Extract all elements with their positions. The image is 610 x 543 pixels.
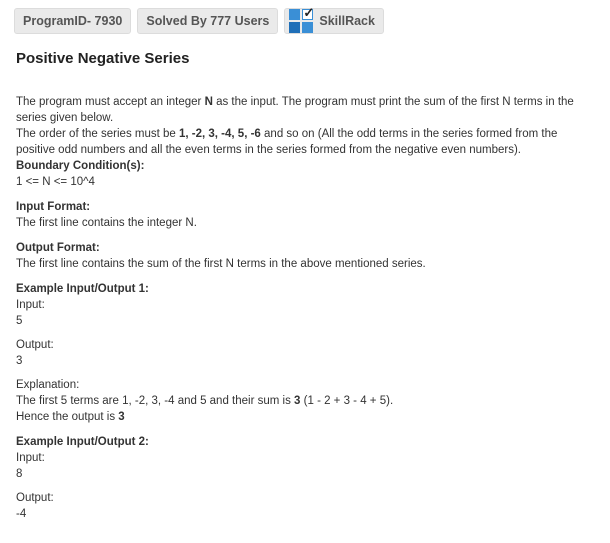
example-2-heading: Example Input/Output 2: bbox=[16, 436, 149, 448]
problem-header-bar: ProgramID- 7930 Solved By 777 Users ✓ Sk… bbox=[14, 6, 384, 34]
output-format-section: Output Format: The first line contains t… bbox=[16, 240, 598, 272]
boundary-heading: Boundary Condition(s): bbox=[16, 160, 145, 172]
example-1-input-label: Input: bbox=[16, 299, 45, 311]
example-2-input-label: Input: bbox=[16, 452, 45, 464]
solved-by-badge: Solved By 777 Users bbox=[137, 8, 279, 34]
output-format-heading: Output Format: bbox=[16, 242, 100, 254]
example-1-output-label: Output: bbox=[16, 339, 54, 351]
problem-title: Positive Negative Series bbox=[16, 50, 190, 67]
skillrack-logo-icon: ✓ bbox=[289, 6, 314, 33]
example-1-explanation-label: Explanation: bbox=[16, 379, 80, 391]
boundary-section: Boundary Condition(s): 1 <= N <= 10^4 bbox=[16, 158, 598, 190]
example-2-output-label: Output: bbox=[16, 492, 54, 504]
example-1-heading: Example Input/Output 1: bbox=[16, 283, 149, 295]
input-format-heading: Input Format: bbox=[16, 201, 91, 213]
boundary-text: 1 <= N <= 10^4 bbox=[16, 176, 95, 188]
example-1-output-value: 3 bbox=[16, 355, 23, 367]
program-id-badge: ProgramID- 7930 bbox=[14, 8, 132, 34]
skillrack-brand[interactable]: ✓ SkillRack bbox=[284, 6, 384, 34]
example-1-input-value: 5 bbox=[16, 315, 23, 327]
description-line-2: The order of the series must be 1, -2, 3… bbox=[16, 128, 558, 156]
example-2-input-value: 8 bbox=[16, 468, 23, 480]
input-format-section: Input Format: The first line contains th… bbox=[16, 199, 598, 231]
example-1-section: Example Input/Output 1: Input: 5 Output:… bbox=[16, 281, 598, 425]
example-1-hence-text: Hence the output is 3 bbox=[16, 411, 125, 423]
problem-statement: The program must accept an integer N as … bbox=[16, 94, 598, 522]
output-format-text: The first line contains the sum of the f… bbox=[16, 258, 426, 270]
example-2-section: Example Input/Output 2: Input: 8 Output:… bbox=[16, 434, 598, 522]
brand-name: SkillRack bbox=[319, 14, 375, 28]
description-line-1: The program must accept an integer N as … bbox=[16, 96, 574, 124]
example-1-explanation-text: The first 5 terms are 1, -2, 3, -4 and 5… bbox=[16, 395, 394, 407]
input-format-text: The first line contains the integer N. bbox=[16, 217, 197, 229]
problem-page: ProgramID- 7930 Solved By 777 Users ✓ Sk… bbox=[0, 0, 610, 543]
example-2-output-value: -4 bbox=[16, 508, 27, 520]
